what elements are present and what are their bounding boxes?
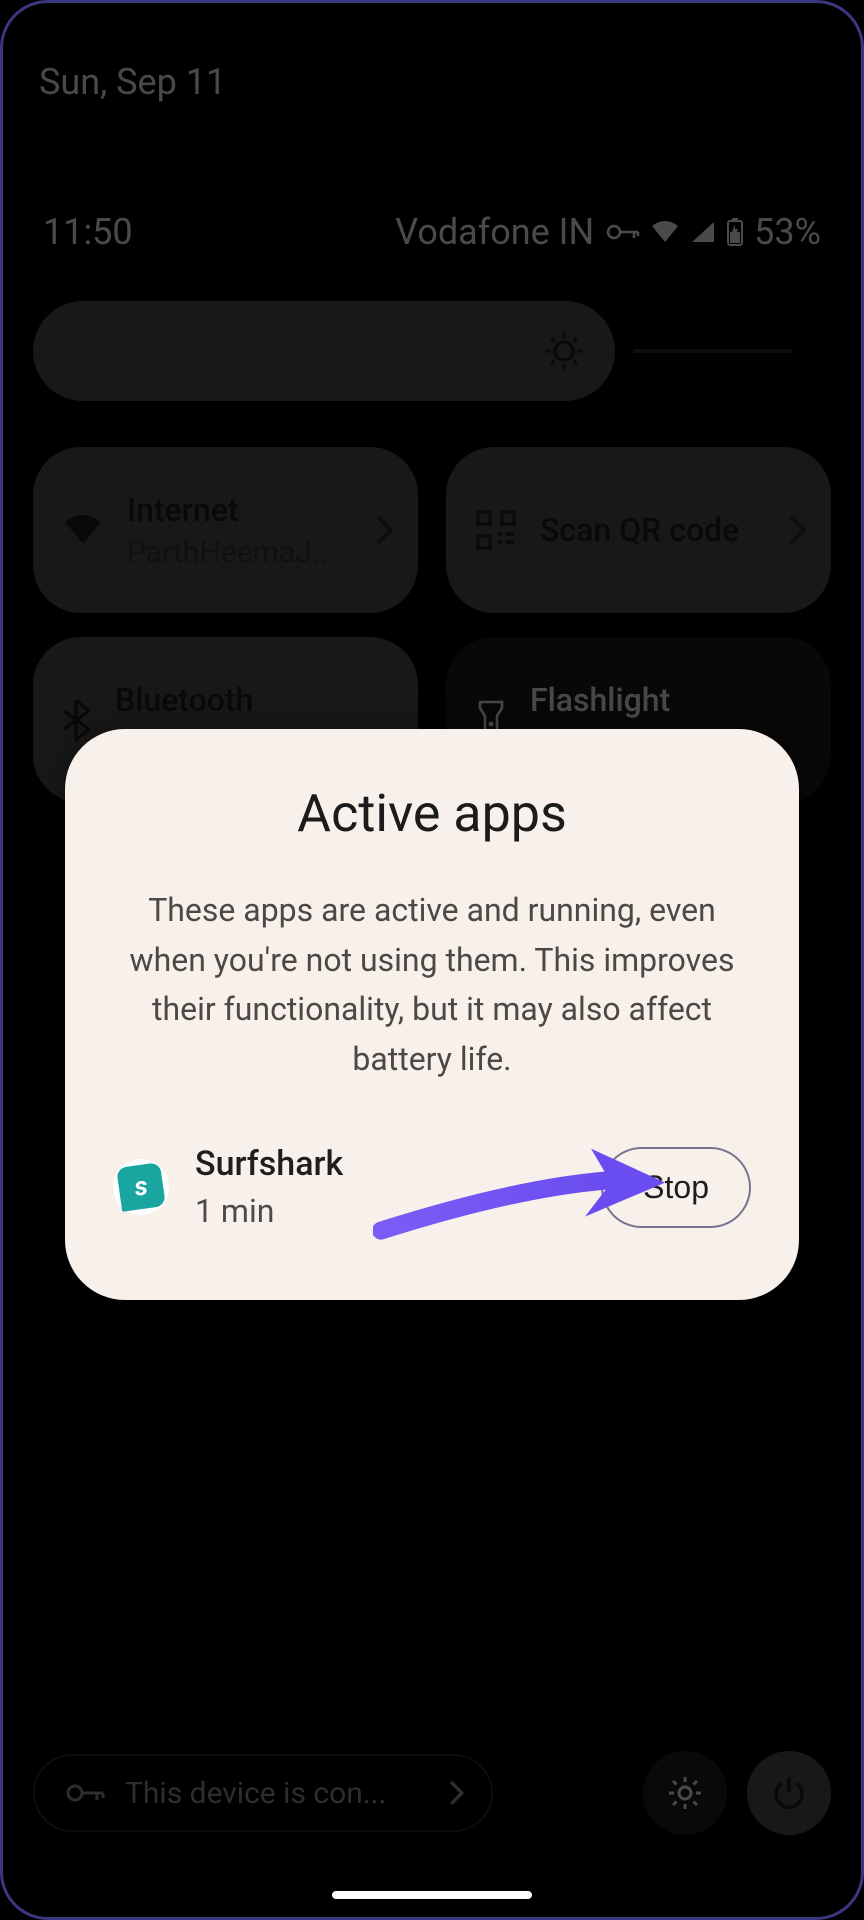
device-status-chip[interactable]: This device is con...: [33, 1754, 493, 1832]
active-app-row: s Surfshark 1 min Stop: [113, 1144, 751, 1230]
tile-scan-qr[interactable]: Scan QR code: [446, 447, 831, 613]
tile-title: Bluetooth: [115, 681, 394, 719]
signal-icon: [690, 220, 716, 244]
app-duration: 1 min: [195, 1192, 575, 1230]
bluetooth-icon: [63, 698, 91, 742]
tile-sub: ParthHeemaJ..: [127, 535, 352, 570]
panel-description: These apps are active and running, even …: [113, 886, 751, 1084]
brightness-icon: [543, 330, 585, 372]
wifi-icon: [650, 220, 680, 244]
device-status-label: This device is con...: [125, 1776, 429, 1811]
tile-title: Flashlight: [530, 681, 807, 719]
gear-icon: [665, 1773, 705, 1813]
chevron-right-icon: [449, 1780, 465, 1806]
chevron-right-icon: [789, 515, 807, 545]
battery-pct: 53%: [754, 211, 821, 253]
tile-title: Internet: [127, 491, 352, 529]
carrier-label: Vodafone IN: [395, 211, 594, 253]
settings-button[interactable]: [643, 1751, 727, 1835]
tile-internet[interactable]: Internet ParthHeemaJ..: [33, 447, 418, 613]
vpn-key-icon: [606, 222, 640, 242]
status-bar: 11:50 Vodafone IN 53%: [33, 211, 831, 253]
vpn-key-icon: [65, 1781, 105, 1805]
brightness-track[interactable]: [633, 349, 793, 353]
battery-icon: [726, 218, 744, 246]
app-icon-surfshark: s: [113, 1159, 169, 1215]
panel-title: Active apps: [113, 783, 751, 844]
app-name: Surfshark: [195, 1144, 575, 1184]
active-apps-panel: Active apps These apps are active and ru…: [65, 729, 799, 1300]
stop-button[interactable]: Stop: [601, 1147, 751, 1228]
nav-handle[interactable]: [332, 1891, 532, 1899]
tile-title: Scan QR code: [540, 511, 765, 549]
date-label: Sun, Sep 11: [33, 3, 831, 103]
power-button[interactable]: [747, 1751, 831, 1835]
qr-icon: [476, 510, 516, 550]
brightness-slider[interactable]: [33, 301, 615, 401]
time-label: 11:50: [43, 211, 133, 253]
power-icon: [771, 1775, 807, 1811]
chevron-right-icon: [376, 515, 394, 545]
wifi-icon: [63, 514, 103, 546]
